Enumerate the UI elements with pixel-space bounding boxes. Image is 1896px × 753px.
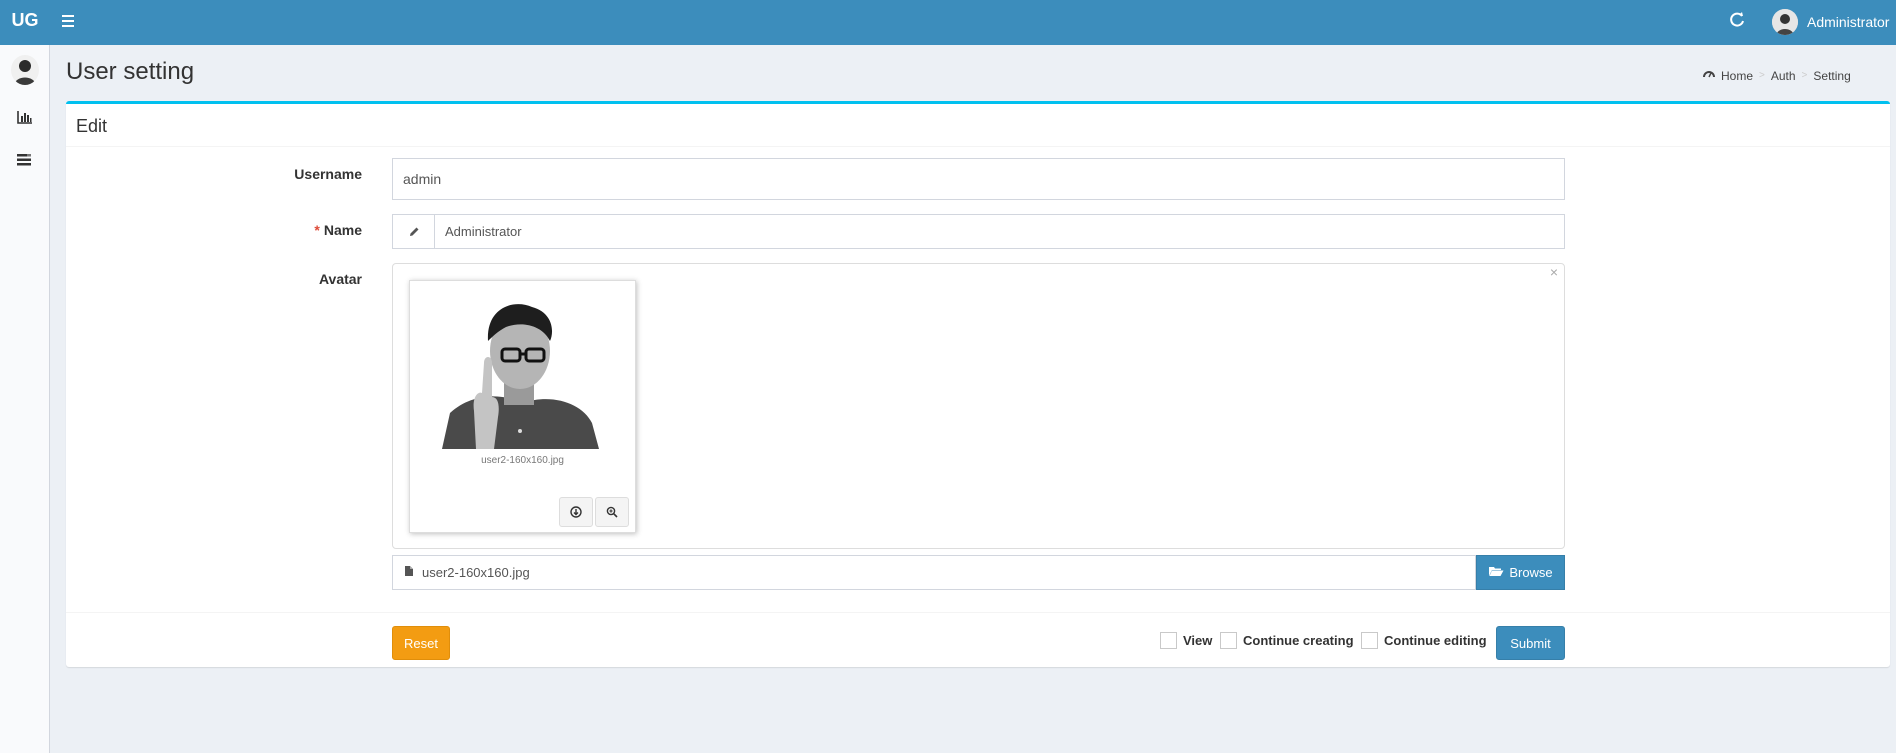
avatar-thumbnail: user2-160x160.jpg xyxy=(409,280,636,533)
zoom-in-icon[interactable] xyxy=(595,497,629,527)
avatar-file-field[interactable]: user2-160x160.jpg xyxy=(392,555,1476,590)
app-logo[interactable]: UG xyxy=(0,0,50,45)
folder-open-icon xyxy=(1488,565,1504,580)
username-label: Username xyxy=(294,166,362,182)
name-value: Administrator xyxy=(445,224,522,239)
name-label: * Name xyxy=(314,222,362,238)
breadcrumb-auth[interactable]: Auth xyxy=(1771,69,1796,83)
close-icon[interactable]: × xyxy=(1550,264,1558,280)
page-title: User setting xyxy=(66,58,195,85)
breadcrumb-home[interactable]: Home xyxy=(1721,69,1753,83)
name-field[interactable]: Administrator xyxy=(434,214,1565,249)
edit-form-box: Edit Username admin * Name Administrator … xyxy=(66,101,1890,667)
avatar-file-name: user2-160x160.jpg xyxy=(422,565,530,580)
avatar-label: Avatar xyxy=(318,271,362,287)
dashboard-icon xyxy=(1703,68,1715,83)
refresh-icon[interactable] xyxy=(1727,10,1747,30)
reset-button[interactable]: Reset xyxy=(392,626,450,660)
bars-icon[interactable] xyxy=(62,12,80,28)
box-title: Edit xyxy=(76,116,108,136)
avatar xyxy=(1772,9,1798,35)
bar-chart-icon[interactable] xyxy=(16,109,34,125)
view-checkbox[interactable]: View xyxy=(1160,632,1212,649)
checkbox[interactable] xyxy=(1160,632,1177,649)
footer-divider xyxy=(66,612,1890,613)
top-navbar: UG Administrator xyxy=(0,0,1896,45)
username-field[interactable]: admin xyxy=(392,158,1565,200)
browse-button[interactable]: Browse xyxy=(1476,555,1565,590)
required-mark: * xyxy=(314,222,320,238)
avatar-preview-frame: × user2-160x160.jpg xyxy=(392,263,1565,549)
sidebar xyxy=(0,45,50,753)
download-icon[interactable] xyxy=(559,497,593,527)
avatar-caption: user2-160x160.jpg xyxy=(481,455,564,466)
submit-button[interactable]: Submit xyxy=(1496,626,1565,660)
continue-editing-checkbox[interactable]: Continue editing xyxy=(1361,632,1487,649)
list-icon[interactable] xyxy=(16,152,34,168)
pencil-icon xyxy=(392,214,435,249)
breadcrumb-setting: Setting xyxy=(1813,68,1851,83)
user-name: Administrator xyxy=(1807,14,1890,30)
breadcrumb: Home > Auth > Setting xyxy=(1703,68,1851,83)
sidebar-avatar xyxy=(11,55,39,85)
username-value: admin xyxy=(403,171,442,187)
avatar-image xyxy=(442,293,599,449)
file-icon xyxy=(404,565,414,580)
user-menu[interactable]: Administrator xyxy=(1772,8,1889,36)
box-divider xyxy=(66,146,1890,147)
checkbox[interactable] xyxy=(1220,632,1237,649)
continue-creating-checkbox[interactable]: Continue creating xyxy=(1220,632,1354,649)
checkbox[interactable] xyxy=(1361,632,1378,649)
